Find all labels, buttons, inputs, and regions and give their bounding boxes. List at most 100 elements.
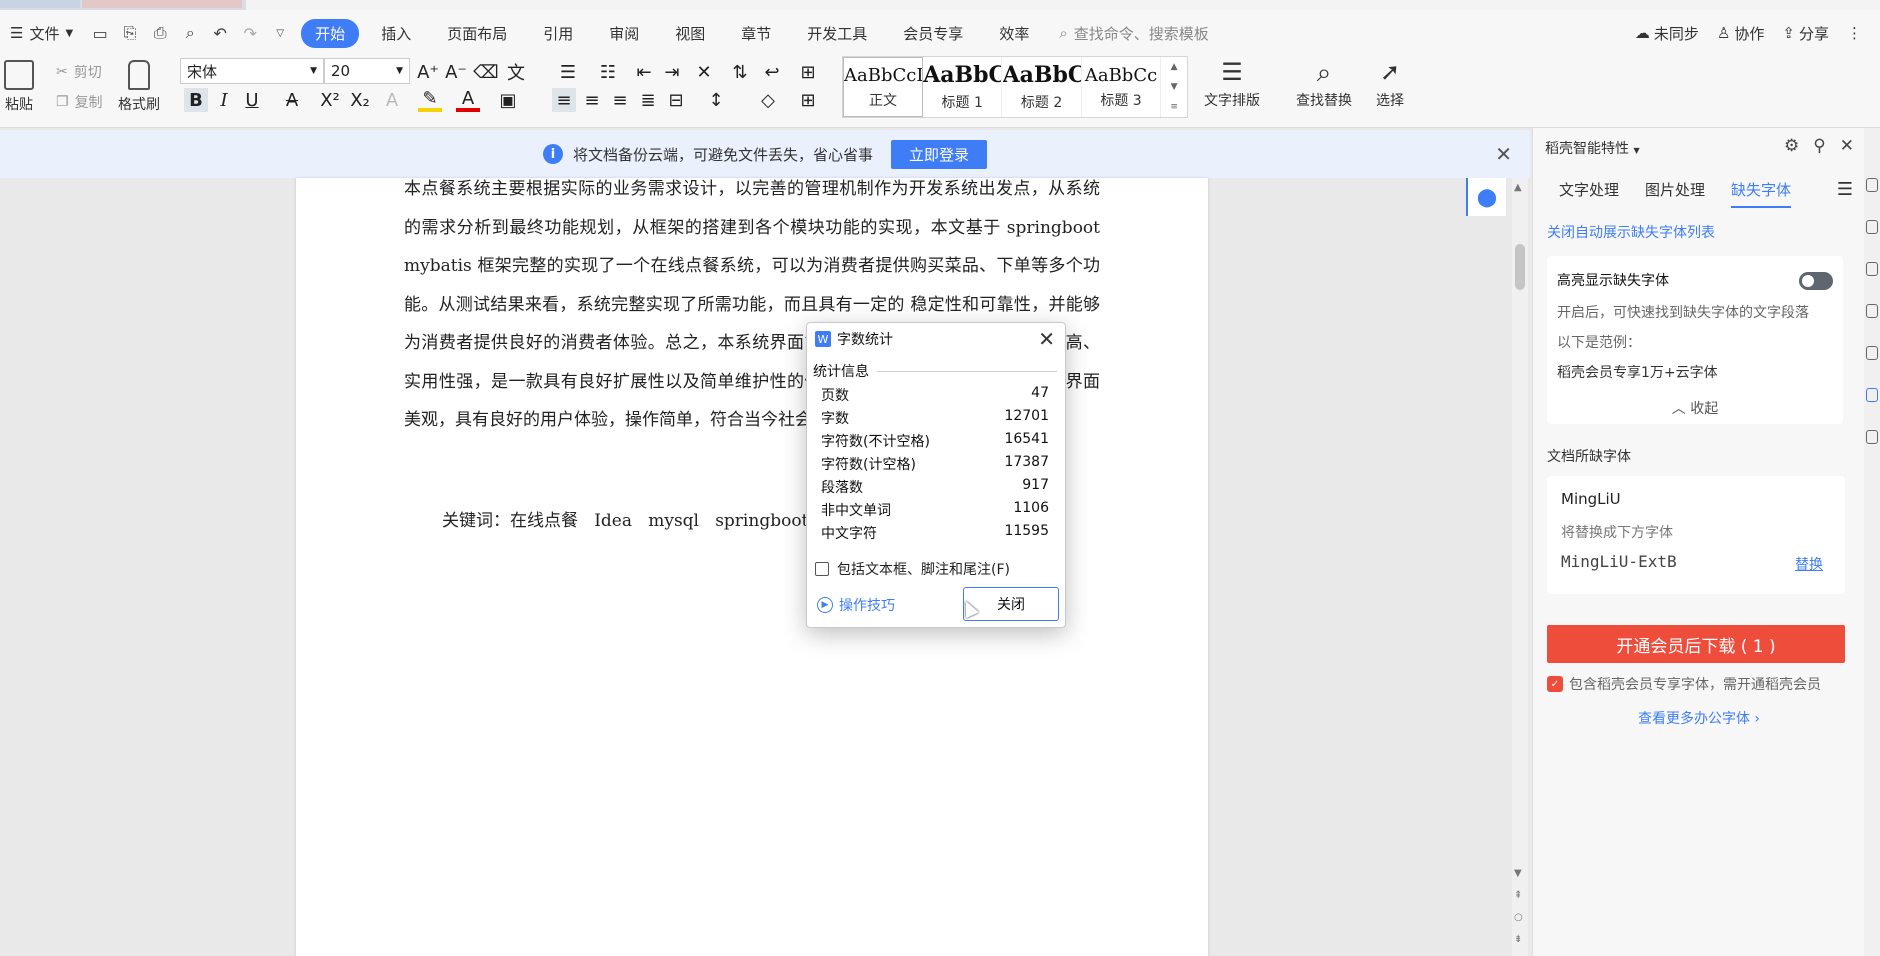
paste-button[interactable]: 粘贴 [4,60,34,114]
panel-title[interactable]: 稻壳智能特性 ▼ [1545,138,1640,158]
shrink-font-icon[interactable]: A⁻ [444,60,468,84]
redo-icon[interactable]: ↷ [239,22,261,44]
copy-button[interactable]: ❐ 复制 [56,92,103,112]
scroll-thumb[interactable] [1515,244,1525,290]
tab-sections[interactable]: 章节 [727,19,785,48]
tab-stop-icon[interactable]: ⊞ [796,60,820,84]
style-heading-2[interactable]: AaBbC 标题 2 [1002,57,1082,117]
tab-text-processing[interactable]: 文字处理 [1559,179,1619,208]
tab-member[interactable]: 会员专享 [889,19,977,48]
include-textbox-checkbox[interactable]: 包括文本框、脚注和尾注(F) [815,559,1010,579]
line-spacing-icon[interactable]: ↕ [704,88,728,112]
customize-icon[interactable]: ▽ [269,22,291,44]
font-name-select[interactable]: 宋体 ▼ [180,58,324,84]
grow-font-icon[interactable]: A⁺ [416,60,440,84]
vertical-scrollbar[interactable]: ▲ ▼ ⇞ ○ ⇟ [1512,178,1528,956]
tab-home[interactable]: 开始 [301,18,360,48]
tab-developer[interactable]: 开发工具 [793,19,881,48]
rail-icon[interactable] [1866,178,1878,192]
text-layout-button[interactable]: ☰ 文字排版 [1204,58,1260,110]
document-area[interactable]: 本点餐系统主要根据实际的业务需求设计，以完善的管理机制作为开发系统出发点，从系统… [0,178,1530,956]
auto-show-toggle-link[interactable]: 关闭自动展示缺失字体列表 [1547,222,1715,242]
pin-icon[interactable]: ⚲ [1813,136,1825,156]
format-painter-button[interactable]: 格式刷 [118,60,160,114]
checkbox-box[interactable] [815,562,829,576]
tab-page-layout[interactable]: 页面布局 [433,19,521,48]
cut-button[interactable]: ✂ 剪切 [56,62,102,82]
next-page-icon[interactable]: ⇟ [1514,934,1522,945]
undo-icon[interactable]: ↶ [209,22,231,44]
align-center-icon[interactable]: ≡ [580,88,604,112]
replace-link[interactable]: 替换 [1795,554,1823,574]
tips-link[interactable]: ▶ 操作技巧 [817,595,895,615]
export-pdf-icon[interactable]: ⎘ [119,22,141,44]
highlight-toggle[interactable] [1799,272,1833,290]
prev-page-icon[interactable]: ⇞ [1514,890,1522,901]
rail-icon-active[interactable] [1866,388,1878,402]
menu-icon[interactable]: ☰ [1837,179,1853,208]
shading-icon[interactable]: ◇ [756,88,780,112]
find-replace-button[interactable]: ⌕ 查找替换 [1296,58,1352,110]
italic-icon[interactable]: I [212,88,236,112]
login-button[interactable]: 立即登录 [891,139,988,169]
bullets-icon[interactable]: ☰ [556,60,580,84]
download-button[interactable]: 开通会员后下载 ( 1 ) [1547,625,1845,663]
tab-references[interactable]: 引用 [529,19,587,48]
select-browse-icon[interactable]: ○ [1514,912,1523,923]
strikethrough-icon[interactable]: A [280,88,304,112]
align-left-icon[interactable]: ≡ [552,88,576,112]
dialog-close-icon[interactable]: ✕ [1038,327,1055,351]
rail-icon[interactable] [1866,220,1878,234]
decrease-indent-icon[interactable]: ⇤ [632,60,656,84]
tab-review[interactable]: 审阅 [595,19,653,48]
paragraph-mark-icon[interactable]: ↩ [760,60,784,84]
more-icon[interactable]: ⋮ [1847,24,1862,42]
select-button[interactable]: ➚ 选择 [1376,58,1404,110]
window-tab[interactable] [0,0,80,8]
close-icon[interactable]: ✕ [1840,136,1854,156]
file-menu[interactable]: ☰ 文件 ▼ [0,18,83,48]
close-button[interactable]: 关闭 [963,587,1059,621]
subscript-icon[interactable]: X₂ [348,88,372,112]
style-heading-1[interactable]: AaBbC 标题 1 [923,57,1003,117]
print-preview-icon[interactable]: ⌕ [179,22,201,44]
scroll-up-icon[interactable]: ▲ [1514,182,1522,193]
window-tab[interactable] [82,0,242,8]
distributed-icon[interactable]: ⊟ [664,88,688,112]
document-page[interactable]: 本点餐系统主要根据实际的业务需求设计，以完善的管理机制作为开发系统出发点，从系统… [296,178,1208,956]
scroll-down-icon[interactable]: ▼ [1514,868,1522,879]
gear-icon[interactable]: ⚙ [1784,136,1799,156]
character-border-icon[interactable]: ▣ [496,88,520,112]
style-gallery-scroll[interactable]: ▲ ▼ ≡ [1161,57,1187,117]
save-icon[interactable]: ▭ [89,22,111,44]
sync-status-button[interactable]: ☁ 未同步 [1635,23,1699,44]
tab-insert[interactable]: 插入 [367,19,425,48]
sort-icon[interactable]: ⇅ [728,60,752,84]
font-color-icon[interactable]: A [456,88,480,112]
underline-icon[interactable]: U [240,88,264,112]
collab-button[interactable]: ♙ 协作 [1717,23,1764,44]
rail-icon[interactable] [1866,430,1878,444]
chinese-layout-icon[interactable]: ✕ [692,60,716,84]
font-size-select[interactable]: 20 ▼ [324,58,410,84]
keywords-line[interactable]: 关键词：在线点餐 Idea mysql springboot [442,506,808,531]
style-normal[interactable]: AaBbCcDd 正文 [843,57,923,117]
style-heading-3[interactable]: AaBbCc 标题 3 [1082,57,1162,117]
rail-icon[interactable] [1866,262,1878,276]
tab-view[interactable]: 视图 [661,19,719,48]
command-search[interactable]: ⌕ 查找命令、搜索模板 [1059,23,1208,44]
print-icon[interactable]: ⎙ [149,22,171,44]
bold-icon[interactable]: B [184,88,208,112]
more-fonts-link[interactable]: 查看更多办公字体 › [1533,708,1865,728]
window-tab-active[interactable] [246,0,1880,10]
share-button[interactable]: ⇪ 分享 [1782,23,1829,44]
rail-icon[interactable] [1866,304,1878,318]
close-icon[interactable]: ✕ [1495,142,1512,166]
clear-format-icon[interactable]: ⌫ [473,60,498,84]
tab-efficiency[interactable]: 效率 [985,19,1043,48]
rail-icon[interactable] [1866,346,1878,360]
collapse-button[interactable]: ︿ 收起 [1547,398,1843,418]
tab-image-processing[interactable]: 图片处理 [1645,179,1705,208]
location-pin-icon[interactable]: ⬤ [1466,178,1506,216]
text-effect-icon[interactable]: A [380,88,404,112]
